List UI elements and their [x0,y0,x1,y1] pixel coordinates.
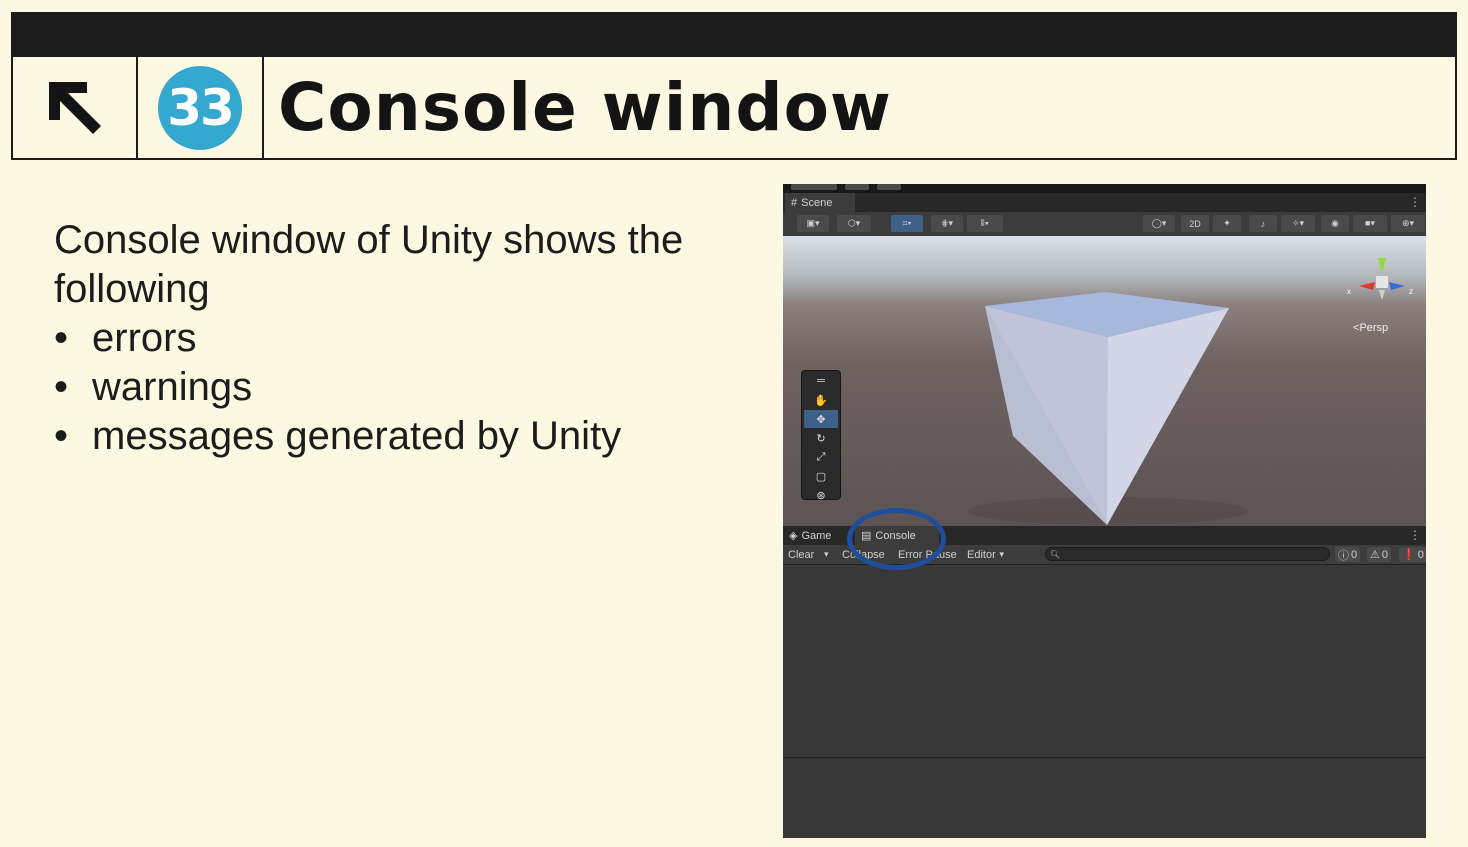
back-cell[interactable] [13,57,138,158]
slide-number-badge: 33 [158,65,242,150]
search-icon: 🔍︎ [1050,550,1061,559]
drag-handle-icon[interactable]: ═ [804,372,838,390]
intro-text: Console window of Unity shows the follow… [54,218,684,311]
cube-mesh [968,292,1248,525]
rect-tool-icon[interactable]: ▢ [804,467,838,485]
axis-z-label: z [1409,287,1413,296]
effects-icon[interactable]: ✧▾ [1281,215,1315,232]
lighting-icon[interactable]: ✦ [1213,215,1241,232]
console-divider[interactable] [783,757,1426,758]
warning-count-value: 0 [1381,548,1388,561]
arrow-up-left-icon[interactable] [45,78,105,138]
persp-text: Persp [1359,322,1389,334]
tab-scene[interactable]: # Scene [785,193,855,212]
grid-snap-icon[interactable]: ⌗▾ [891,215,923,232]
editor-dropdown[interactable]: Editor ▼ [964,546,1009,563]
scale-tool-icon[interactable]: ⤢ [804,448,838,466]
move-tool-icon[interactable]: ✥ [804,410,838,428]
error-count-value: 0 [1417,548,1424,561]
game-tab-label: Game [801,529,832,542]
draw-mode-icon[interactable]: ▣▾ [797,215,829,232]
page-title: Console window [278,69,892,146]
increment-snap-icon[interactable]: ⋕▾ [931,215,963,232]
bullet-item: messages generated by Unity [54,412,734,461]
slide-header: 33 Console window [11,57,1457,160]
message-count-value: 0 [1351,548,1358,561]
scene-tab-bar: # Scene ⋮ [783,193,1426,212]
2d-toggle[interactable]: 2D [1181,215,1209,232]
unity-editor-screenshot: # Scene ⋮ ▣▾ ⬡▾ ⌗▾ ⋕▾ ⫴▾ ◯▾ 2D ✦ ♪ ✧▾ ◉ … [783,184,1426,838]
shaded-cube-icon[interactable]: ⬡▾ [837,215,871,232]
top-bar [11,12,1457,57]
visibility-icon[interactable]: ◉ [1321,215,1349,232]
rotate-tool-icon[interactable]: ↻ [804,429,838,447]
more-options-icon[interactable]: ⋮ [1409,195,1421,209]
tab-game[interactable]: ◈ Game [783,526,851,545]
shading-sphere-icon[interactable]: ◯▾ [1143,215,1175,232]
message-count[interactable]: ⓘ 0 [1335,547,1361,562]
persp-label[interactable]: <Persp [1353,322,1388,334]
transform-tool-icon[interactable]: ⊛ [804,486,838,504]
error-count[interactable]: ❗ 0 [1399,547,1426,562]
console-highlight-circle [847,508,946,570]
hand-tool-icon[interactable]: ✋ [804,391,838,409]
tool-palette: ═ ✋ ✥ ↻ ⤢ ▢ ⊛ [801,370,841,502]
warning-count[interactable]: ⚠ 0 [1367,547,1391,562]
gamepad-icon: ◈ [789,530,798,542]
slide-body: Console window of Unity shows the follow… [54,216,734,461]
align-icon[interactable]: ⫴▾ [967,215,1003,232]
warning-icon: ⚠ [1370,549,1380,561]
error-icon: ❗ [1402,549,1416,561]
clear-options-icon[interactable]: ▾ [821,546,832,563]
bullet-item: warnings [54,363,734,412]
gizmos-icon[interactable]: ⊕▾ [1391,215,1425,232]
scene-tab-label: Scene [801,196,833,209]
axis-x-label: x [1347,287,1351,296]
bullet-item: errors [54,314,734,363]
scene-viewport[interactable]: ═ ✋ ✥ ↻ ⤢ ▢ ⊛ x z <Persp [783,236,1426,526]
camera-icon[interactable]: ■▾ [1353,215,1387,232]
editor-top-strip [783,184,1426,193]
audio-icon[interactable]: ♪ [1249,215,1277,232]
orientation-gizmo[interactable]: x z [1345,248,1415,318]
editor-dropdown-label: Editor [967,548,996,561]
grid-icon: # [791,196,798,209]
search-input[interactable]: 🔍︎ [1045,547,1330,561]
clear-button[interactable]: Clear [785,546,817,563]
bullet-list: errors warnings messages generated by Un… [54,314,734,461]
more-options-icon[interactable]: ⋮ [1409,528,1421,542]
number-cell: 33 [138,57,264,158]
chevron-down-icon: ▼ [997,550,1006,559]
info-icon: ⓘ [1338,549,1349,562]
scene-toolbar: ▣▾ ⬡▾ ⌗▾ ⋕▾ ⫴▾ ◯▾ 2D ✦ ♪ ✧▾ ◉ ■▾ ⊕▾ [783,212,1426,237]
